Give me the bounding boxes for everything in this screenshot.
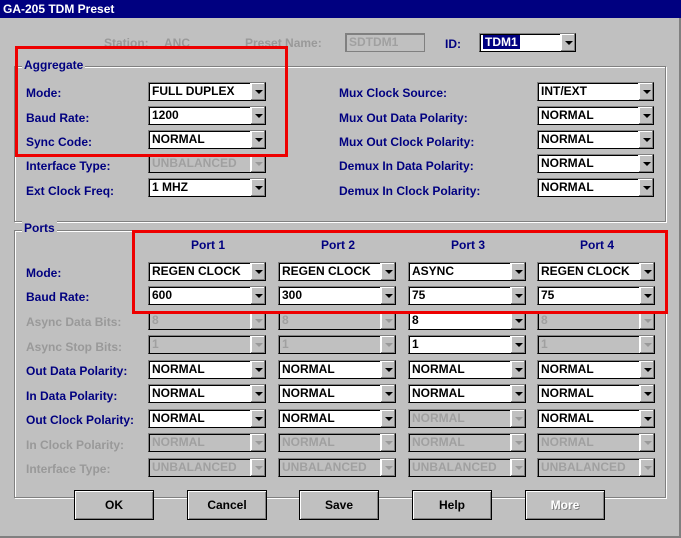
chevron-down-icon — [250, 459, 265, 476]
dialog-body: Station: ANC Preset Name: SDTDM1 ID: TDM… — [0, 18, 681, 538]
chevron-down-icon[interactable] — [250, 361, 265, 378]
chevron-down-icon[interactable] — [638, 179, 653, 196]
id-select[interactable]: TDM1 — [479, 33, 576, 52]
port1-in-clk-select: NORMAL — [148, 433, 266, 452]
chevron-down-icon[interactable] — [639, 361, 654, 378]
port-out-data-label: Out Data Polarity: — [26, 364, 128, 378]
chevron-down-icon — [639, 312, 654, 329]
port1-in-data-select[interactable]: NORMAL — [148, 384, 266, 403]
port4-async-stop-select: 1 — [537, 335, 655, 354]
port3-async-stop-select[interactable]: 1 — [408, 335, 526, 354]
chevron-down-icon — [639, 459, 654, 476]
mux-out-data-label: Mux Out Data Polarity: — [339, 111, 468, 125]
port-out-clk-label: Out Clock Polarity: — [26, 413, 135, 427]
chevron-down-icon — [639, 434, 654, 451]
port-in-data-label: In Data Polarity: — [26, 389, 118, 403]
port-async-data-label: Async Data Bits: — [26, 315, 122, 329]
save-button[interactable]: Save — [299, 490, 379, 520]
ports-highlight-box — [132, 230, 668, 314]
chevron-down-icon[interactable] — [510, 385, 525, 402]
agg-extclk-select[interactable]: 1 MHZ — [148, 178, 266, 197]
port3-out-data-select[interactable]: NORMAL — [408, 360, 526, 379]
port2-out-data-select[interactable]: NORMAL — [278, 360, 396, 379]
port2-iface-select: UNBALANCED — [278, 458, 396, 477]
port4-in-clk-select: NORMAL — [537, 433, 655, 452]
demux-in-data-label: Demux In Data Polarity: — [339, 159, 474, 173]
port4-out-clk-select[interactable]: NORMAL — [537, 409, 655, 428]
chevron-down-icon[interactable] — [250, 410, 265, 427]
chevron-down-icon[interactable] — [250, 179, 265, 196]
more-button: More — [525, 490, 605, 520]
mux-out-data-select[interactable]: NORMAL — [537, 106, 654, 125]
chevron-down-icon[interactable] — [638, 155, 653, 172]
port2-in-clk-select: NORMAL — [278, 433, 396, 452]
mux-clk-src-label: Mux Clock Source: — [339, 86, 448, 100]
mux-out-clk-label: Mux Out Clock Polarity: — [339, 135, 475, 149]
port-mode-label: Mode: — [26, 266, 62, 280]
chevron-down-icon[interactable] — [639, 410, 654, 427]
chevron-down-icon — [250, 312, 265, 329]
port-iface-label: Interface Type: — [26, 462, 111, 476]
chevron-down-icon[interactable] — [380, 410, 395, 427]
port4-in-data-select[interactable]: NORMAL — [537, 384, 655, 403]
chevron-down-icon — [380, 336, 395, 353]
port1-async-stop-select: 1 — [148, 335, 266, 354]
port4-iface-select: UNBALANCED — [537, 458, 655, 477]
port1-out-data-select[interactable]: NORMAL — [148, 360, 266, 379]
help-button[interactable]: Help — [412, 490, 492, 520]
ports-title: Ports — [22, 221, 57, 235]
mux-out-clk-select[interactable]: NORMAL — [537, 130, 654, 149]
id-value: TDM1 — [483, 35, 520, 49]
chevron-down-icon — [250, 434, 265, 451]
chevron-down-icon[interactable] — [510, 312, 525, 329]
demux-in-data-select[interactable]: NORMAL — [537, 154, 654, 173]
agg-iface-label: Interface Type: — [26, 159, 111, 173]
port-async-stop-label: Async Stop Bits: — [26, 340, 123, 354]
port3-out-clk-select: NORMAL — [408, 409, 526, 428]
preset-name-field: SDTDM1 — [345, 33, 425, 52]
chevron-down-icon — [510, 434, 525, 451]
port1-iface-select: UNBALANCED — [148, 458, 266, 477]
port2-async-stop-select: 1 — [278, 335, 396, 354]
mux-clk-src-select[interactable]: INT/EXT — [537, 82, 654, 101]
chevron-down-icon — [510, 410, 525, 427]
port4-out-data-select[interactable]: NORMAL — [537, 360, 655, 379]
cancel-button[interactable]: Cancel — [187, 490, 267, 520]
id-label: ID: — [445, 37, 461, 51]
chevron-down-icon[interactable] — [639, 385, 654, 402]
chevron-down-icon — [639, 336, 654, 353]
chevron-down-icon[interactable] — [510, 336, 525, 353]
chevron-down-icon[interactable] — [638, 107, 653, 124]
chevron-down-icon — [250, 155, 265, 172]
port-in-clk-label: In Clock Polarity: — [26, 438, 125, 452]
window-title: GA-205 TDM Preset — [0, 0, 681, 18]
chevron-down-icon — [250, 336, 265, 353]
chevron-down-icon — [510, 459, 525, 476]
chevron-down-icon — [380, 434, 395, 451]
chevron-down-icon[interactable] — [380, 361, 395, 378]
chevron-down-icon[interactable] — [638, 131, 653, 148]
chevron-down-icon[interactable] — [638, 83, 653, 100]
chevron-down-icon[interactable] — [380, 385, 395, 402]
agg-extclk-label: Ext Clock Freq: — [26, 184, 115, 198]
chevron-down-icon — [380, 312, 395, 329]
port2-out-clk-select[interactable]: NORMAL — [278, 409, 396, 428]
chevron-down-icon[interactable] — [560, 34, 575, 51]
chevron-down-icon[interactable] — [250, 385, 265, 402]
ok-button[interactable]: OK — [74, 490, 154, 520]
port3-in-clk-select: NORMAL — [408, 433, 526, 452]
demux-in-clk-select[interactable]: NORMAL — [537, 178, 654, 197]
port3-iface-select: UNBALANCED — [408, 458, 526, 477]
aggregate-highlight-box — [15, 46, 288, 157]
port-baud-label: Baud Rate: — [26, 290, 90, 304]
demux-in-clk-label: Demux In Clock Polarity: — [339, 184, 481, 198]
chevron-down-icon[interactable] — [510, 361, 525, 378]
port3-in-data-select[interactable]: NORMAL — [408, 384, 526, 403]
port1-out-clk-select[interactable]: NORMAL — [148, 409, 266, 428]
chevron-down-icon — [380, 459, 395, 476]
port2-in-data-select[interactable]: NORMAL — [278, 384, 396, 403]
